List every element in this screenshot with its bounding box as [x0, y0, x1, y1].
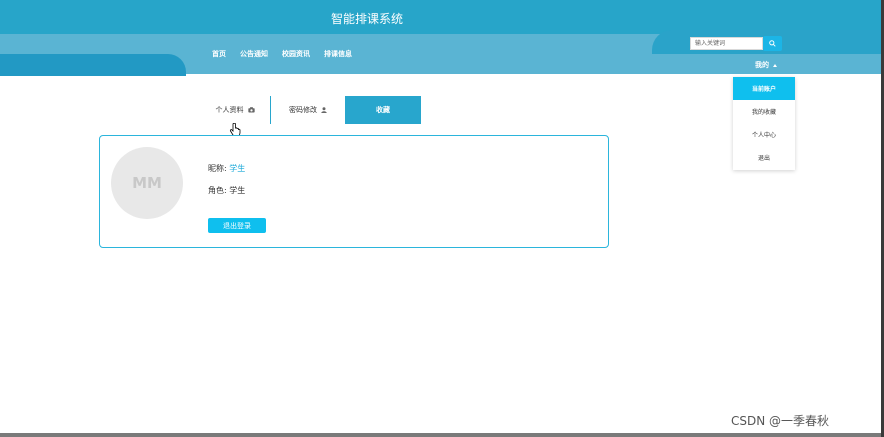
tab-password-change-label: 密码修改 [289, 106, 317, 114]
camera-icon [247, 107, 255, 113]
nickname-field: 昵称: 学生 [208, 163, 245, 174]
profile-card: MM 昵称: 学生 角色: 学生 退出登录 [99, 135, 609, 248]
search-icon [769, 40, 776, 47]
nickname-value: 学生 [229, 164, 246, 173]
tab-password-change[interactable]: 密码修改 [270, 96, 345, 124]
site-title: 智能排课系统 [330, 12, 403, 26]
nav-item-announcements[interactable]: 公告通知 [240, 49, 268, 59]
user-icon [321, 107, 327, 113]
avatar[interactable]: MM [111, 147, 183, 219]
role-field: 角色: 学生 [208, 185, 245, 196]
dropdown-item-logout[interactable]: 退出 [733, 146, 795, 169]
role-label: 角色: [208, 186, 227, 195]
bottom-border [0, 433, 884, 437]
dropdown-item-favorites[interactable]: 我的收藏 [733, 100, 795, 123]
nickname-label: 昵称: [208, 164, 227, 173]
search-button[interactable] [763, 36, 782, 51]
page: 智能排课系统 首页 公告通知 校园资讯 排课信息 输入关键词 我的 当前账户 我… [0, 0, 884, 437]
tab-personal-info-label: 个人资料 [215, 106, 244, 114]
tab-favorites[interactable]: 收藏 [345, 96, 421, 124]
caret-up-icon [773, 63, 777, 67]
user-dropdown: 当前账户 我的收藏 个人中心 退出 [733, 77, 795, 170]
nav-left-decoration [0, 54, 186, 76]
dropdown-item-current-account[interactable]: 当前账户 [733, 77, 795, 100]
logout-button[interactable]: 退出登录 [208, 218, 266, 233]
my-menu-toggle[interactable]: 我的 [755, 60, 777, 70]
nav-item-home[interactable]: 首页 [212, 49, 226, 59]
role-value: 学生 [229, 186, 246, 195]
search-input[interactable]: 输入关键词 [690, 37, 763, 50]
main-nav: 首页 公告通知 校园资讯 排课信息 [212, 49, 352, 59]
my-menu-label: 我的 [755, 61, 769, 69]
watermark: CSDN @一季春秋 [731, 414, 830, 428]
nav-item-news[interactable]: 校园资讯 [282, 49, 310, 59]
dropdown-item-personal-center[interactable]: 个人中心 [733, 123, 795, 146]
tab-personal-info[interactable]: 个人资料 [200, 96, 270, 124]
tab-favorites-label: 收藏 [376, 106, 390, 114]
nav-item-schedule[interactable]: 排课信息 [324, 49, 352, 59]
